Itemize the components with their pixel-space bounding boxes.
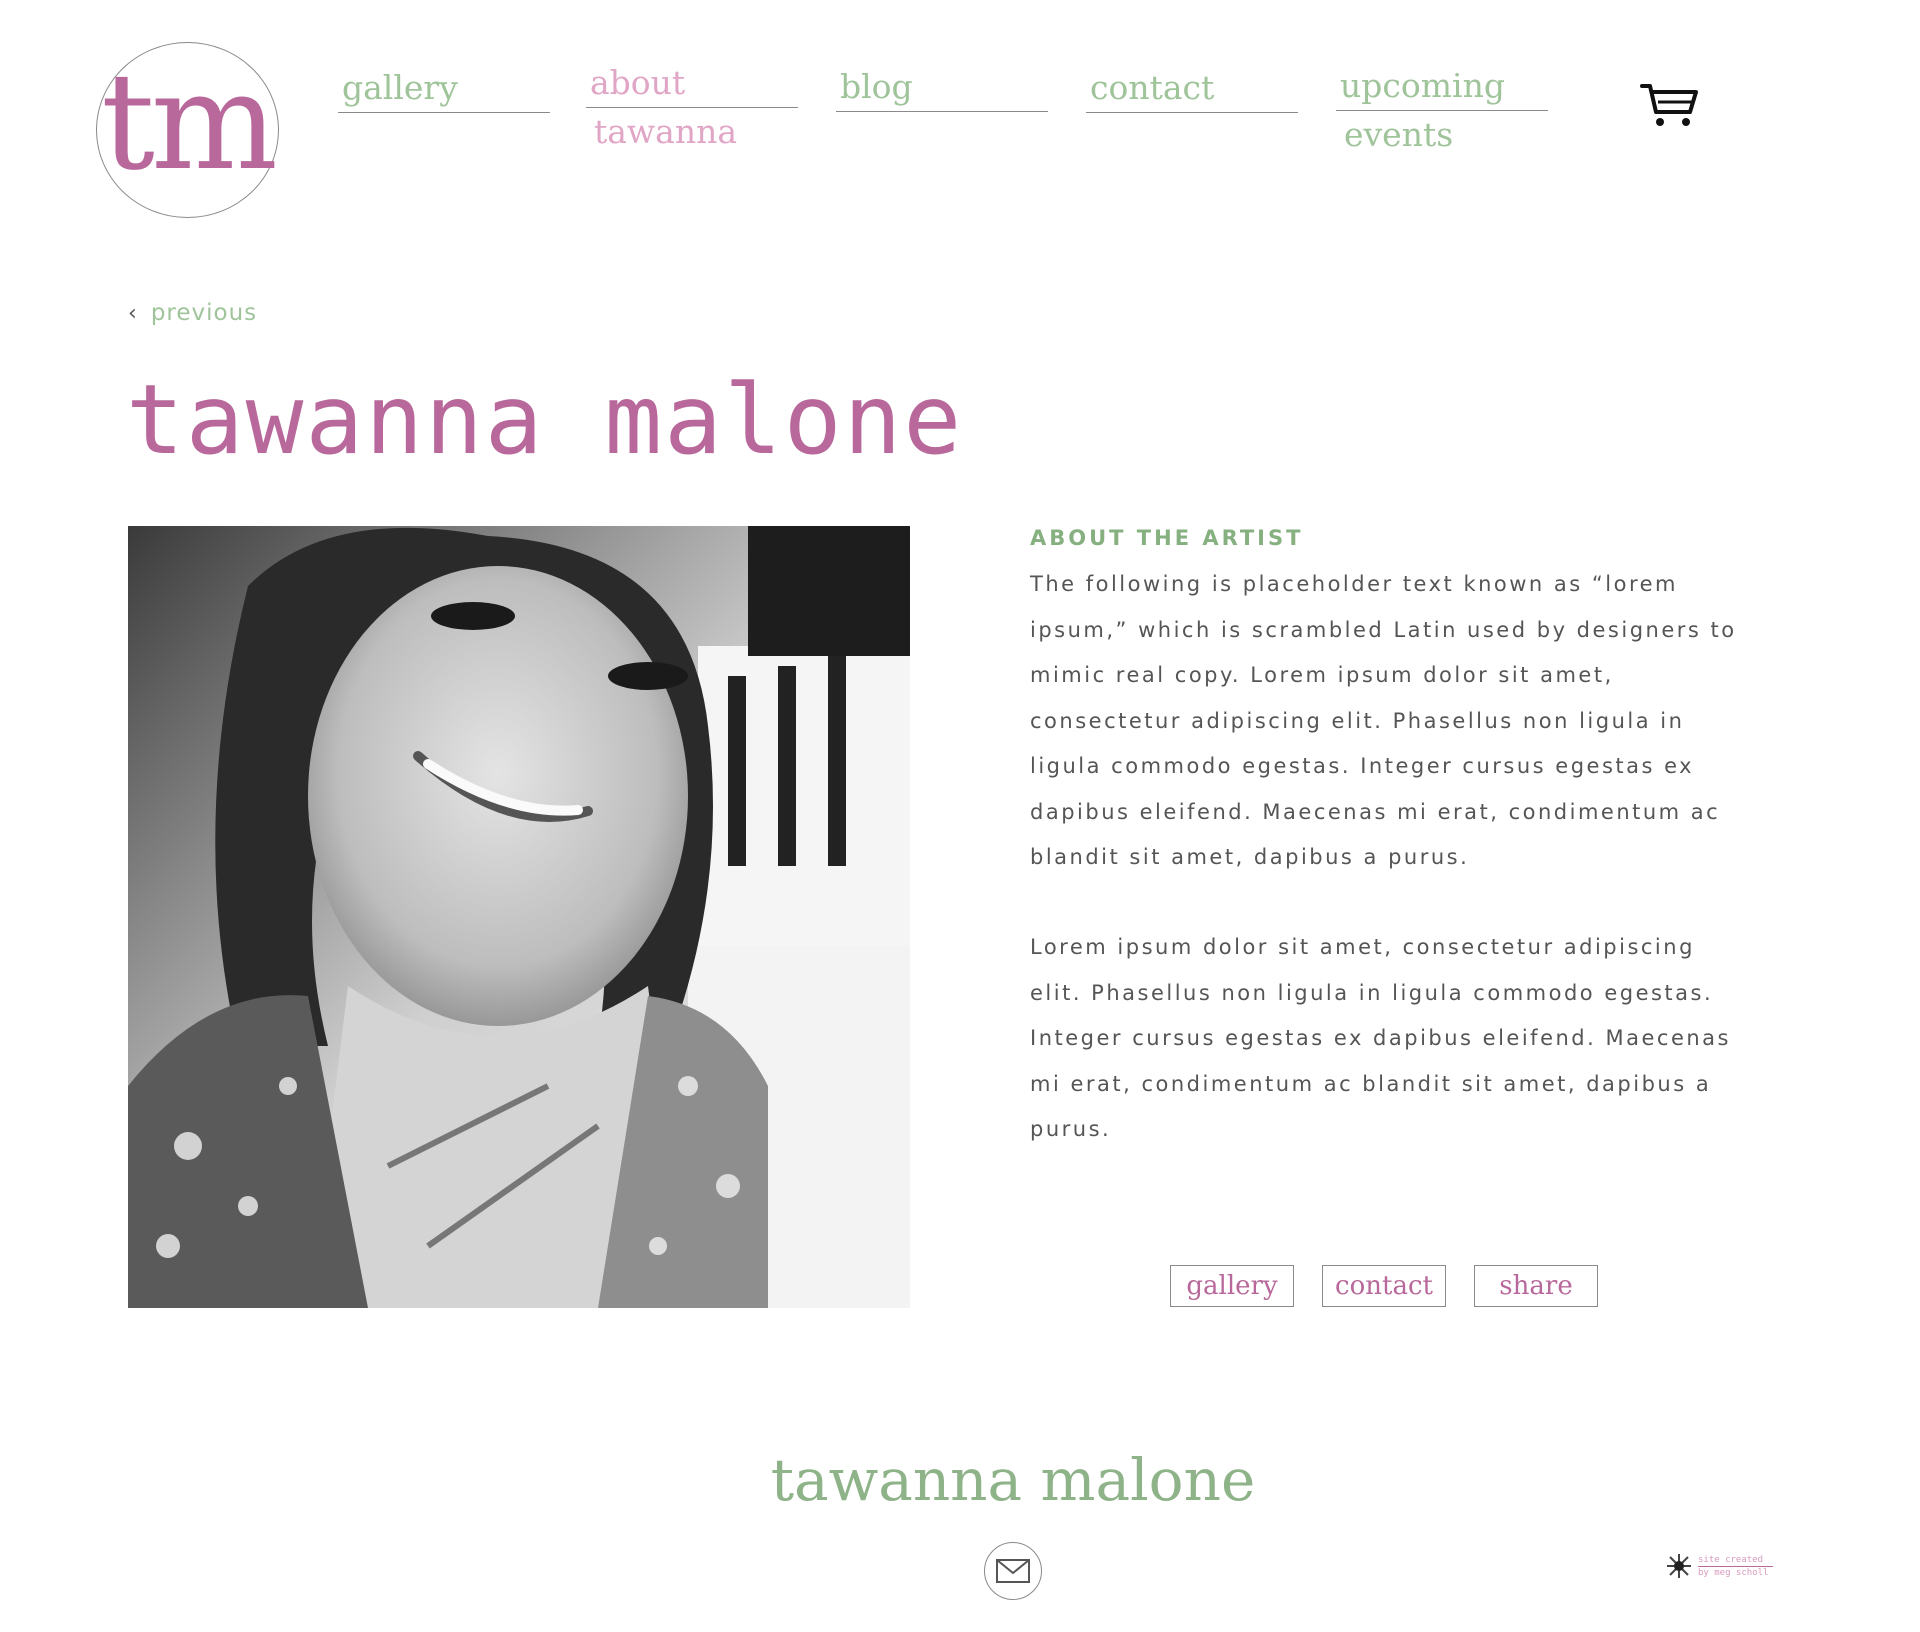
- previous-link[interactable]: ‹ previous: [128, 300, 257, 326]
- logo-text: tm: [101, 44, 278, 200]
- about-heading: ABOUT THE ARTIST: [1030, 526, 1304, 550]
- artist-photo: [128, 526, 910, 1308]
- shopping-cart-icon[interactable]: [1640, 82, 1700, 130]
- credit-line-1: site created: [1698, 1554, 1774, 1567]
- gallery-button[interactable]: gallery: [1170, 1265, 1294, 1307]
- nav-gallery-label: gallery: [338, 64, 550, 113]
- nav-about-sublabel: tawanna: [594, 112, 738, 151]
- credit-line-2: by meg scholl: [1698, 1567, 1769, 1578]
- about-paragraph-1: The following is placeholder text known …: [1030, 572, 1737, 869]
- site-credit[interactable]: site created by meg scholl: [1666, 1553, 1774, 1579]
- nav-about-label: about: [586, 59, 798, 108]
- nav-contact-label: contact: [1086, 64, 1298, 113]
- about-paragraph-2: Lorem ipsum dolor sit amet, consectetur …: [1030, 935, 1731, 1141]
- mail-icon[interactable]: [984, 1542, 1042, 1600]
- contact-button[interactable]: contact: [1322, 1265, 1446, 1307]
- nav-upcoming-label: upcoming: [1336, 62, 1548, 111]
- page-title: tawanna malone: [126, 364, 964, 476]
- nav-gallery[interactable]: gallery: [338, 64, 550, 113]
- logo[interactable]: tm: [96, 42, 279, 218]
- flower-icon: [1667, 1554, 1691, 1578]
- share-button[interactable]: share: [1474, 1265, 1598, 1307]
- previous-label: previous: [150, 300, 258, 326]
- nav-upcoming-sublabel: events: [1344, 115, 1454, 154]
- chevron-left-icon: ‹: [128, 300, 137, 326]
- nav-upcoming-events[interactable]: upcoming events: [1336, 62, 1548, 159]
- nav-contact[interactable]: contact: [1086, 64, 1298, 113]
- nav-blog-label: blog: [836, 63, 1048, 112]
- nav-about-tawanna[interactable]: about tawanna: [586, 59, 798, 156]
- footer-name: tawanna malone: [770, 1446, 1256, 1514]
- nav-blog[interactable]: blog: [836, 63, 1048, 112]
